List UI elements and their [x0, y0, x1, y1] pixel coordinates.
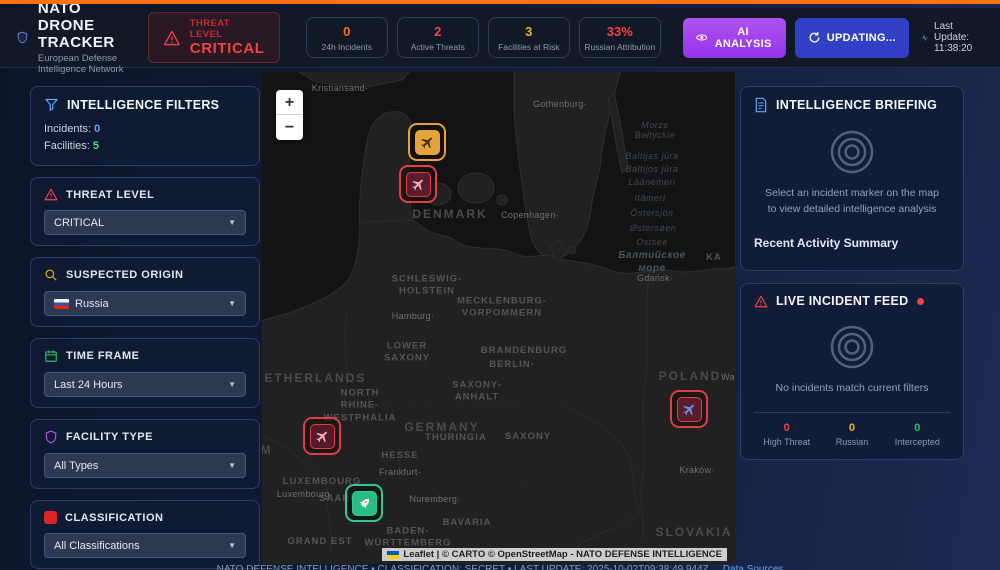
- facility-type-filter-group: FACILITY TYPE All Types ▼: [30, 419, 260, 490]
- rocket-icon: [359, 498, 369, 508]
- time-frame-filter-group: TIME FRAME Last 24 Hours ▼: [30, 338, 260, 409]
- warning-triangle-icon: [754, 295, 768, 307]
- map-zoom-control: + −: [276, 90, 303, 140]
- ukraine-flag-icon: [387, 550, 400, 559]
- facilities-count: Facilities: 5: [44, 140, 100, 153]
- plane-icon: [682, 404, 694, 415]
- live-incident-feed-panel: LIVE INCIDENT FEED No incidents match cu…: [740, 283, 964, 460]
- chevron-down-icon: ▼: [228, 218, 236, 228]
- ai-analysis-button[interactable]: AI ANALYSIS: [682, 17, 786, 58]
- plane-icon: [411, 179, 423, 190]
- facility-type-select[interactable]: All Types ▼: [44, 453, 246, 479]
- incident-marker-amber-plane[interactable]: [408, 123, 446, 161]
- zoom-in-button[interactable]: +: [276, 90, 303, 115]
- chevron-down-icon: ▼: [228, 380, 236, 390]
- threat-level-label: THREAT LEVEL: [189, 18, 231, 40]
- intel-sidebar: INTELLIGENCE BRIEFING Select an incident…: [740, 86, 964, 460]
- zoom-out-button[interactable]: −: [276, 115, 303, 140]
- filters-sidebar: INTELLIGENCE FILTERS Incidents: 0 Facili…: [30, 86, 260, 570]
- live-indicator-dot: [916, 297, 924, 305]
- chevron-down-icon: ▼: [228, 541, 236, 551]
- chevron-down-icon: ▼: [228, 299, 236, 309]
- incident-marker-red-plane[interactable]: [303, 417, 341, 455]
- time-frame-select[interactable]: Last 24 Hours ▼: [44, 372, 246, 398]
- warning-triangle-icon: [44, 188, 58, 201]
- chevron-down-icon: ▼: [228, 461, 236, 471]
- intelligence-briefing-panel: INTELLIGENCE BRIEFING Select an incident…: [740, 86, 964, 271]
- funnel-icon: [45, 98, 58, 111]
- feed-divider: [754, 412, 950, 414]
- refresh-icon: [809, 32, 820, 43]
- feed-title: LIVE INCIDENT FEED: [776, 294, 909, 308]
- map-canvas[interactable]: + − Kristiansand· Gothenburg· DENMARK Copen…: [262, 72, 735, 564]
- header-stats: 0 24h Incidents 2 Active Threats 3 Facil…: [305, 17, 661, 58]
- incidents-count: Incidents: 0: [44, 123, 101, 135]
- plane-icon: [315, 431, 327, 442]
- incident-marker-red-plane[interactable]: [399, 165, 437, 203]
- target-icon: [830, 130, 874, 174]
- russia-flag-icon: [54, 298, 69, 309]
- footer-text: NATO DEFENSE INTELLIGENCE • CLASSIFICATI…: [216, 564, 709, 570]
- updating-button[interactable]: UPDATING...: [794, 17, 909, 58]
- briefing-empty-text: Select an incident marker on the map to …: [765, 187, 939, 216]
- plane-icon: [420, 137, 432, 148]
- stat-facilities-risk: 3 Facilities at Risk: [487, 17, 570, 58]
- suspected-origin-filter-group: SUSPECTED ORIGIN Russia ▼: [30, 257, 260, 328]
- eye-icon: [695, 34, 708, 41]
- classification-filter-group: CLASSIFICATION All Classifications ▼: [30, 500, 260, 570]
- feed-empty-text: No incidents match current filters: [775, 382, 929, 394]
- header-bar: NATO DRONE TRACKER European Defense Inte…: [0, 4, 1000, 75]
- feed-stat-intercepted: 0 Intercepted: [894, 422, 940, 448]
- classification-select[interactable]: All Classifications ▼: [44, 533, 246, 559]
- stat-24h-incidents: 0 24h Incidents: [305, 17, 388, 58]
- incident-marker-green-rocket[interactable]: [345, 484, 383, 522]
- target-icon: [830, 325, 874, 369]
- threat-level-badge: THREAT LEVEL CRITICAL: [147, 12, 280, 63]
- intelligence-filters-panel: INTELLIGENCE FILTERS Incidents: 0 Facili…: [30, 86, 260, 167]
- threat-level-select[interactable]: CRITICAL ▼: [44, 210, 246, 236]
- stat-russian-attribution: 33% Russian Attribution: [578, 17, 661, 58]
- data-sources-link[interactable]: Data Sources: [723, 564, 784, 570]
- feed-stats: 0 High Threat 0 Russian 0 Intercepted: [754, 422, 950, 447]
- calendar-icon: [45, 350, 57, 362]
- document-icon: [755, 97, 767, 113]
- footer-classification-bar: NATO DEFENSE INTELLIGENCE • CLASSIFICATI…: [0, 564, 1000, 570]
- briefing-title: INTELLIGENCE BRIEFING: [776, 98, 938, 112]
- brand: NATO DRONE TRACKER European Defense Inte…: [16, 0, 134, 75]
- threat-level-filter-group: THREAT LEVEL CRITICAL ▼: [30, 177, 260, 247]
- shield-logo-icon: [17, 31, 28, 44]
- threat-level-value: CRITICAL: [189, 40, 265, 57]
- app-subtitle: European Defense Intelligence Network: [37, 53, 124, 75]
- feed-stat-russian: 0 Russian: [835, 422, 869, 448]
- incident-marker-red-plane[interactable]: [670, 390, 708, 428]
- map-landmass: [262, 72, 735, 564]
- map-attribution: Leaflet | © CARTO © OpenStreetMap - NATO…: [382, 548, 727, 561]
- last-update: Last Update: 11:38:20: [921, 21, 984, 54]
- search-icon: [45, 269, 57, 281]
- stat-active-threats: 2 Active Threats: [396, 17, 479, 58]
- app-title: NATO DRONE TRACKER: [37, 0, 115, 51]
- shield-icon: [45, 430, 57, 444]
- red-square-icon: [44, 511, 57, 525]
- filters-title: INTELLIGENCE FILTERS: [67, 97, 220, 112]
- feed-stat-high-threat: 0 High Threat: [763, 422, 811, 448]
- suspected-origin-select[interactable]: Russia ▼: [44, 291, 246, 317]
- nato-drone-tracker-app: NATO DRONE TRACKER European Defense Inte…: [0, 0, 1000, 570]
- pulse-icon: [921, 34, 928, 41]
- warning-triangle-icon: [163, 30, 180, 45]
- recent-activity-summary-title: Recent Activity Summary: [754, 235, 899, 250]
